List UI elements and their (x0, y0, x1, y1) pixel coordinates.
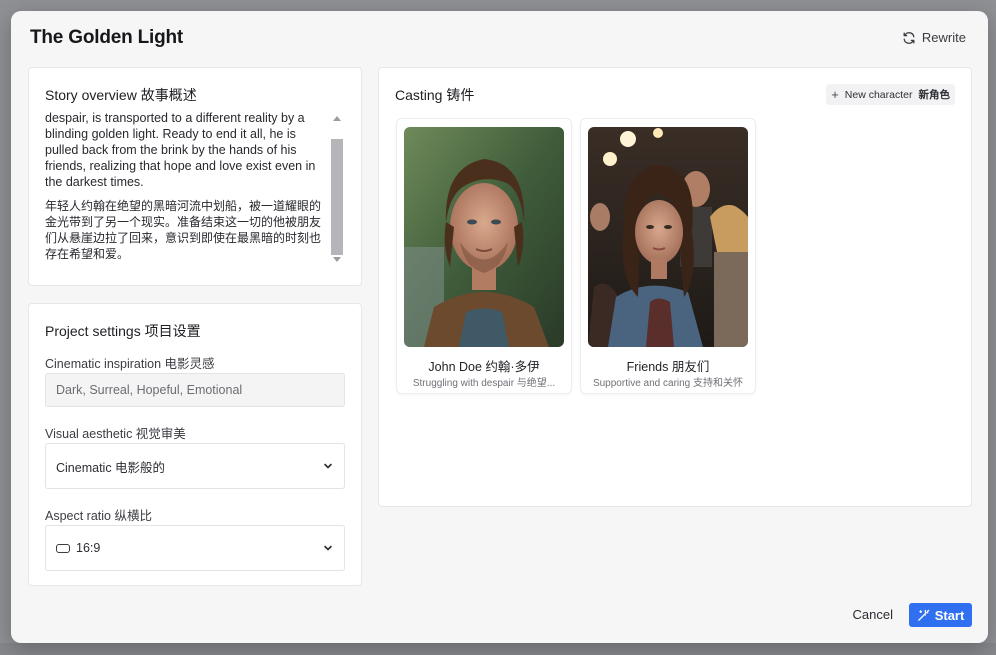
story-text-area[interactable]: despair, is transported to a different r… (45, 110, 327, 270)
rewrite-button[interactable]: Rewrite (902, 30, 966, 45)
casting-title: Casting 铸件 (395, 87, 475, 103)
visual-aesthetic-select[interactable]: Cinematic 电影般的 (45, 443, 345, 489)
new-character-label-zh: 新角色 (918, 89, 951, 101)
new-character-label: New character (844, 88, 913, 101)
cancel-button[interactable]: Cancel (853, 607, 893, 622)
chevron-down-icon (324, 463, 332, 469)
modal-title: The Golden Light (30, 27, 184, 48)
casting-card: Casting 铸件 + New character 新角色 John Doe … (378, 67, 972, 507)
rewrite-label: Rewrite (921, 30, 966, 45)
project-settings-card: Project settings 项目设置 Cinematic inspirat… (28, 303, 362, 586)
scroll-up-arrow-icon[interactable] (333, 116, 341, 121)
character-card-john-doe[interactable]: John Doe 约翰·多伊 Struggling with despair 与… (396, 118, 572, 394)
aspect-ratio-select[interactable]: 16:9 (45, 525, 345, 571)
cinematic-inspiration-input[interactable]: Dark, Surreal, Hopeful, Emotional (45, 373, 345, 407)
character-card-friends[interactable]: Friends 朋友们 Supportive and caring 支持和关怀 (580, 118, 756, 394)
magic-wand-icon (917, 609, 929, 621)
story-setup-modal: The Golden Light Rewrite Story overview … (11, 11, 988, 643)
new-character-button[interactable]: + New character 新角色 (826, 84, 955, 105)
story-paragraph-en: despair, is transported to a different r… (45, 111, 316, 189)
visual-aesthetic-label: Visual aesthetic 视觉审美 (45, 427, 186, 441)
story-scrollbar[interactable] (330, 113, 344, 265)
plus-icon: + (831, 86, 839, 102)
scroll-down-arrow-icon[interactable] (333, 257, 341, 262)
start-button[interactable]: Start (909, 603, 972, 627)
story-overview-card: Story overview 故事概述 despair, is transpor… (28, 67, 362, 286)
aspect-ratio-value: 16:9 (76, 541, 101, 555)
cinematic-inspiration-label: Cinematic inspiration 电影灵感 (45, 357, 215, 371)
start-label: Start (934, 607, 965, 623)
refresh-icon (903, 31, 915, 44)
aspect-ratio-label: Aspect ratio 纵横比 (45, 509, 152, 523)
story-overview-title: Story overview 故事概述 (45, 87, 197, 103)
project-settings-title: Project settings 项目设置 (45, 323, 201, 339)
character-portrait (404, 127, 564, 347)
background-page (0, 643, 996, 655)
visual-aesthetic-value: Cinematic 电影般的 (56, 460, 166, 475)
character-name: Friends 朋友们 (626, 360, 710, 374)
character-name: John Doe 约翰·多伊 (428, 360, 540, 374)
character-description: Supportive and caring 支持和关怀 (592, 378, 744, 389)
story-paragraph-zh: 年轻人约翰在绝望的黑暗河流中划船，被一道耀眼的金光带到了另一个现实。准备结束这一… (45, 199, 322, 261)
aspect-ratio-icon (56, 543, 70, 553)
scrollbar-thumb[interactable] (331, 139, 343, 255)
chevron-down-icon (324, 545, 332, 551)
character-portrait (588, 127, 748, 347)
character-description: Struggling with despair 与绝望... (412, 378, 556, 389)
cinematic-inspiration-value: Dark, Surreal, Hopeful, Emotional (56, 383, 243, 397)
